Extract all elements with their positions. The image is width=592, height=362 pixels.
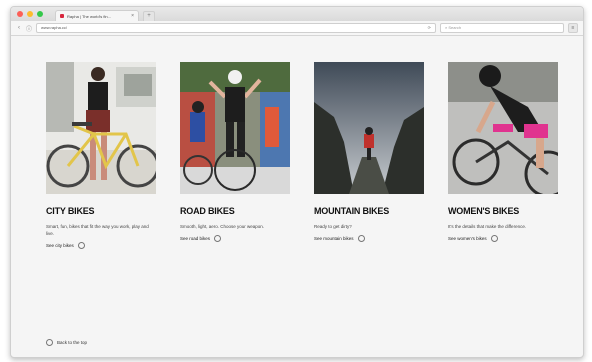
mountain-bikes-photo[interactable] xyxy=(314,62,424,194)
arrow-circle-icon xyxy=(357,235,365,242)
see-city-bikes-link[interactable]: See city bikes xyxy=(46,242,156,249)
card-road-bikes: ROAD BIKES Smooth, light, aero. Choose y… xyxy=(180,62,290,242)
see-womens-bikes-link[interactable]: See women's bikes xyxy=(448,235,558,242)
city-bikes-photo[interactable] xyxy=(46,62,156,194)
womens-bike-image xyxy=(448,62,558,194)
card-title: ROAD BIKES xyxy=(180,206,235,216)
address-bar[interactable]: www.rapha.cc/ ⟳ xyxy=(36,23,436,33)
title-bar: Rapha | The world's fin... × + xyxy=(11,7,583,21)
card-mountain-bikes: MOUNTAIN BIKES Ready to get dirty? See m… xyxy=(314,62,424,242)
back-to-top-label: Back to the top xyxy=(57,340,88,345)
road-bikes-photo[interactable] xyxy=(180,62,290,194)
url-text: www.rapha.cc/ xyxy=(41,25,68,30)
card-description: Ready to get dirty? xyxy=(314,224,352,229)
window-controls xyxy=(17,11,43,17)
page-content: CITY BIKES Smart, fun, bikes that fit th… xyxy=(11,36,583,356)
see-road-bikes-link[interactable]: See road bikes xyxy=(180,235,290,242)
card-description: Smart, fun, bikes that fit the way you w… xyxy=(46,224,149,236)
browser-toolbar: ‹ ⓘ www.rapha.cc/ ⟳ ⌕ Search ≡ xyxy=(11,21,583,36)
city-bike-image xyxy=(46,62,156,194)
tab-close-icon[interactable]: × xyxy=(131,13,134,19)
minimize-window-button[interactable] xyxy=(27,11,33,17)
arrow-circle-icon xyxy=(77,242,85,249)
arrow-circle-icon xyxy=(490,235,498,242)
road-bike-image xyxy=(180,62,290,194)
card-description: It's the details that make the differenc… xyxy=(448,224,527,229)
card-womens-bikes: WOMEN'S BIKES It's the details that make… xyxy=(448,62,558,242)
card-city-bikes: CITY BIKES Smart, fun, bikes that fit th… xyxy=(46,62,156,249)
close-window-button[interactable] xyxy=(17,11,23,17)
card-link-label: See city bikes xyxy=(46,243,74,248)
zoom-window-button[interactable] xyxy=(37,11,43,17)
card-title: WOMEN'S BIKES xyxy=(448,206,520,216)
search-icon: ⌕ xyxy=(445,25,448,30)
arrow-up-circle-icon xyxy=(46,339,53,346)
tab-title: Rapha | The world's fin... xyxy=(67,13,111,19)
new-tab-button[interactable]: + xyxy=(143,11,155,21)
card-title: MOUNTAIN BIKES xyxy=(314,206,390,216)
reload-icon[interactable]: ⟳ xyxy=(428,24,431,32)
favicon-icon xyxy=(60,14,64,18)
card-link-label: See women's bikes xyxy=(448,236,487,241)
card-link-label: See road bikes xyxy=(180,236,211,241)
browser-window: Rapha | The world's fin... × + ‹ ⓘ www.r… xyxy=(10,6,584,358)
search-placeholder: Search xyxy=(448,25,462,30)
browser-tab[interactable]: Rapha | The world's fin... × xyxy=(55,10,139,21)
menu-icon[interactable]: ≡ xyxy=(568,23,578,33)
info-icon[interactable]: ⓘ xyxy=(26,24,32,33)
search-input[interactable]: ⌕ Search xyxy=(440,23,564,33)
back-arrow-icon[interactable]: ‹ xyxy=(16,25,22,31)
see-mountain-bikes-link[interactable]: See mountain bikes xyxy=(314,235,424,242)
card-link-label: See mountain bikes xyxy=(314,236,354,241)
arrow-circle-icon xyxy=(214,235,222,242)
back-to-top-link[interactable]: Back to the top xyxy=(46,339,87,346)
card-description: Smooth, light, aero. Choose your weapon. xyxy=(180,224,265,229)
mountain-bike-image xyxy=(314,62,424,194)
womens-bikes-photo[interactable] xyxy=(448,62,558,194)
card-title: CITY BIKES xyxy=(46,206,95,216)
